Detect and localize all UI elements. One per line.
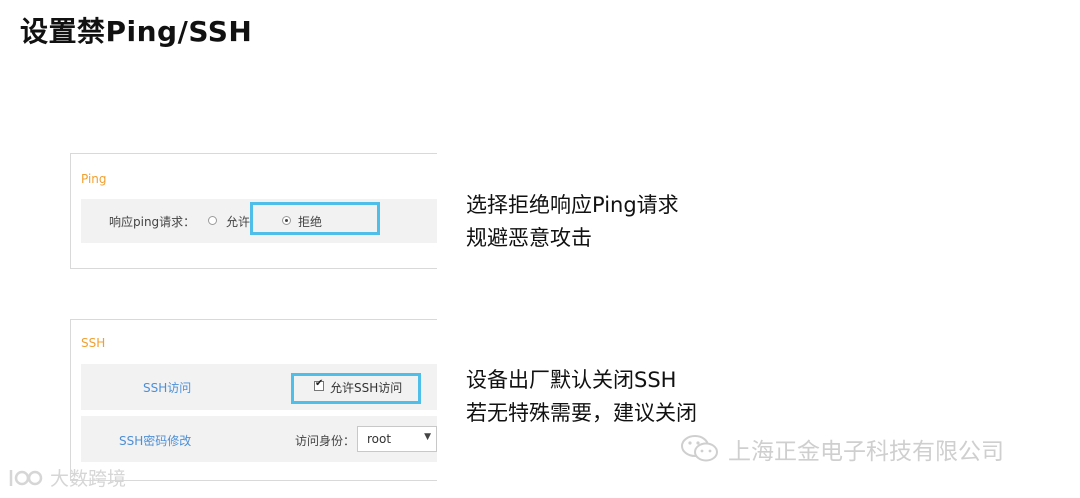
identity-label: 访问身份： (295, 434, 356, 448)
ssh-access-label: SSH访问 (143, 381, 192, 395)
identity-select-value: root (367, 432, 392, 446)
ping-allow-radio[interactable] (208, 216, 217, 225)
ssh-access-row: SSH访问 ✔ 允许SSH访问 (81, 364, 437, 410)
ssh-note-line-1: 设备出厂默认关闭SSH (466, 368, 677, 392)
ping-note-line-1: 选择拒绝响应Ping请求 (466, 193, 679, 217)
ssh-note-line-2: 若无特殊需要，建议关闭 (466, 401, 697, 425)
ping-reject-radio[interactable] (282, 216, 291, 225)
ping-allow-label[interactable]: 允许 (226, 213, 250, 230)
wechat-icon (680, 433, 720, 465)
brand-logo-icon (8, 466, 44, 490)
ping-section-title: Ping (81, 172, 107, 186)
dropdown-arrow-icon: ▼ (424, 432, 431, 442)
ping-response-row: 响应ping请求： 允许 拒绝 (81, 199, 437, 243)
ping-note: 选择拒绝响应Ping请求 规避恶意攻击 (466, 189, 679, 255)
slide-title: 设置禁Ping/SSH (20, 15, 253, 48)
brand-watermark-text: 大数跨境 (50, 468, 127, 490)
ping-note-line-2: 规避恶意攻击 (466, 226, 592, 250)
ssh-password-row: SSH密码修改 访问身份： root ▼ (81, 416, 437, 462)
check-mark-icon: ✔ (315, 378, 324, 389)
ping-reject-label[interactable]: 拒绝 (298, 213, 322, 230)
identity-select[interactable]: root ▼ (357, 426, 437, 452)
ssh-allow-checkbox[interactable]: ✔ (314, 378, 324, 391)
brand-watermark: 大数跨境 (8, 464, 126, 491)
ssh-password-label: SSH密码修改 (119, 434, 192, 448)
ssh-settings-panel: SSH SSH访问 ✔ 允许SSH访问 SSH密码修改 访问身份： root ▼ (70, 319, 437, 481)
company-watermark-text: 上海正金电子科技有限公司 (728, 439, 1004, 465)
ssh-note: 设备出厂默认关闭SSH 若无特殊需要，建议关闭 (466, 364, 697, 430)
ping-settings-panel: Ping 响应ping请求： 允许 拒绝 (70, 153, 437, 269)
company-watermark: 上海正金电子科技有限公司 (680, 432, 1004, 466)
ping-response-label: 响应ping请求： (109, 215, 196, 229)
ssh-section-title: SSH (81, 336, 106, 350)
ssh-allow-checkbox-label[interactable]: 允许SSH访问 (330, 379, 402, 396)
